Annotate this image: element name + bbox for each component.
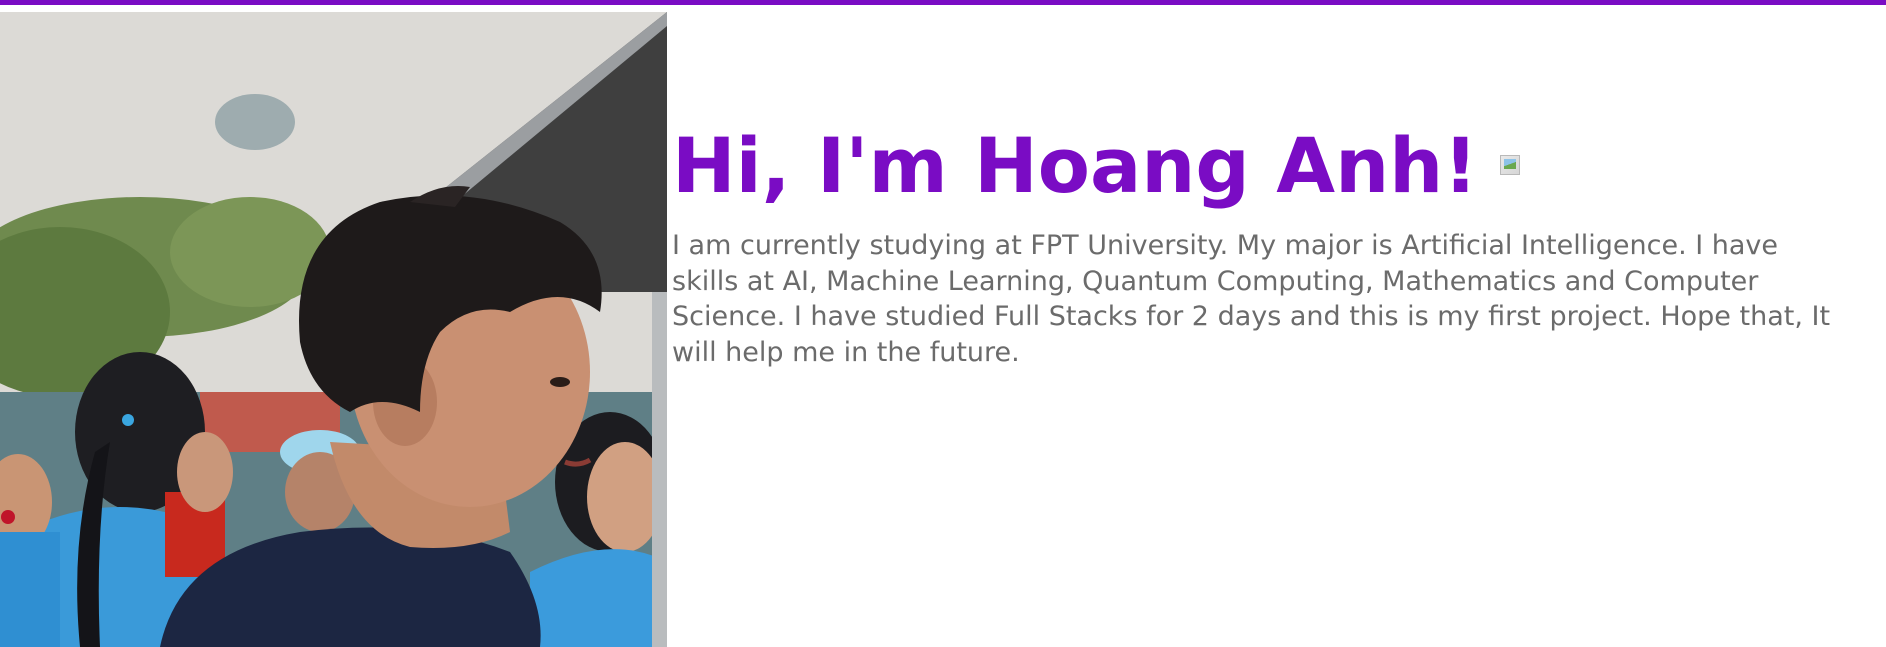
broken-image-icon (1499, 155, 1520, 175)
page-title: Hi, I'm Hoang Anh! (672, 118, 1872, 214)
title-text: Hi, I'm Hoang Anh! (672, 121, 1478, 210)
profile-photo (0, 12, 667, 647)
bio-paragraph: I am currently studying at FPT Universit… (672, 230, 1831, 368)
top-accent-bar (0, 0, 1886, 5)
intro-section: Hi, I'm Hoang Anh! I am currently studyi… (672, 118, 1872, 370)
